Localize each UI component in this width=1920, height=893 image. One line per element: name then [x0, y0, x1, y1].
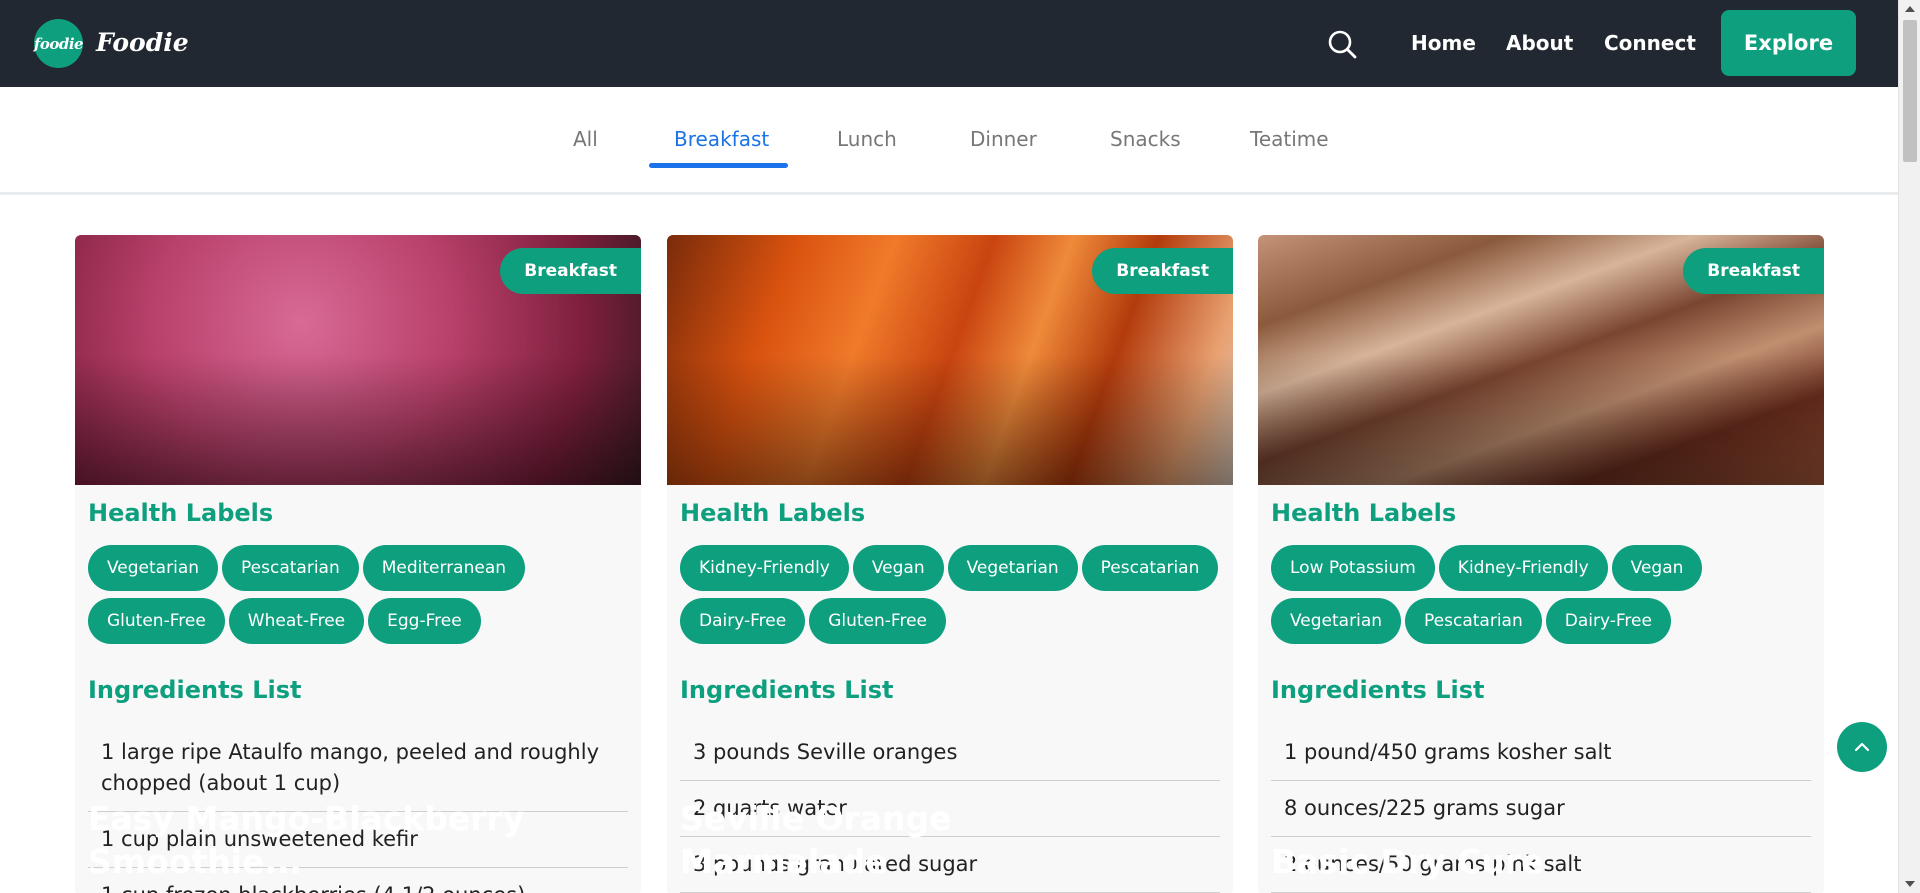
tab-snacks[interactable]: Snacks [1110, 127, 1181, 151]
health-label-chip: Kidney-Friendly [1438, 545, 1608, 591]
explore-button[interactable]: Explore [1721, 10, 1856, 76]
ingredients-heading: Ingredients List [680, 676, 894, 704]
nav-about-link[interactable]: About [1506, 31, 1573, 55]
scrollbar-thumb[interactable] [1903, 20, 1917, 162]
health-labels-list: Low Potassium Kidney-Friendly Vegan Vege… [1271, 545, 1811, 644]
health-label-chip: Gluten-Free [88, 598, 225, 644]
recipe-title[interactable]: Basic Dry Cure [1271, 840, 1751, 883]
health-label-chip: Gluten-Free [809, 598, 946, 644]
health-label-chip: Dairy-Free [680, 598, 806, 644]
scroll-down-arrow-icon[interactable] [1905, 881, 1915, 887]
recipe-title[interactable]: Seville Orange Marmalade [680, 797, 1160, 883]
health-labels-list: Kidney-Friendly Vegan Vegetarian Pescata… [680, 545, 1220, 644]
recipe-card[interactable]: Breakfast Easy Mango-Blackberry Smoothie… [75, 235, 641, 893]
health-label-chip: Vegan [852, 545, 944, 591]
tab-all[interactable]: All [573, 127, 598, 151]
health-labels-heading: Health Labels [88, 499, 274, 527]
chevron-up-icon [1854, 742, 1870, 752]
health-label-chip: Vegetarian [1271, 598, 1402, 644]
scroll-up-arrow-icon[interactable] [1905, 6, 1915, 12]
health-label-chip: Dairy-Free [1545, 598, 1671, 644]
back-to-top-button[interactable] [1837, 722, 1887, 772]
health-label-chip: Low Potassium [1271, 545, 1435, 591]
tab-dinner[interactable]: Dinner [970, 127, 1037, 151]
health-label-chip: Pescatarian [222, 545, 359, 591]
category-tabs: All Breakfast Lunch Dinner Snacks Teatim… [0, 87, 1898, 195]
health-labels-list: Vegetarian Pescatarian Mediterranean Glu… [88, 545, 628, 644]
health-label-chip: Egg-Free [368, 598, 481, 644]
ingredient-item: 3 pounds Seville oranges [680, 725, 1220, 781]
health-label-chip: Pescatarian [1405, 598, 1542, 644]
recipe-title[interactable]: Easy Mango-Blackberry Smoothie... [88, 797, 568, 883]
recipe-card[interactable]: Breakfast Basic Dry Cure Health Labels L… [1258, 235, 1824, 893]
recipe-card[interactable]: Breakfast Seville Orange Marmalade Healt… [667, 235, 1233, 893]
search-icon[interactable] [1327, 29, 1357, 59]
health-labels-heading: Health Labels [680, 499, 866, 527]
ingredient-item: 8 ounces/225 grams sugar [1271, 781, 1811, 837]
meal-type-badge: Breakfast [500, 248, 641, 294]
tab-breakfast[interactable]: Breakfast [674, 127, 769, 151]
page-scrollbar[interactable] [1898, 0, 1920, 893]
health-label-chip: Wheat-Free [228, 598, 365, 644]
tab-teatime[interactable]: Teatime [1250, 127, 1329, 151]
health-labels-heading: Health Labels [1271, 499, 1457, 527]
logo-icon[interactable]: foodie [34, 19, 84, 68]
brand-name[interactable]: Foodie [96, 28, 189, 57]
health-label-chip: Vegetarian [947, 545, 1078, 591]
active-tab-indicator [649, 163, 788, 168]
health-label-chip: Vegetarian [88, 545, 219, 591]
top-nav-bar: foodie Foodie Home About Connect Explore [0, 0, 1898, 87]
ingredient-item: 1 pound/450 grams kosher salt [1271, 725, 1811, 781]
nav-connect-link[interactable]: Connect [1604, 31, 1696, 55]
health-label-chip: Kidney-Friendly [680, 545, 849, 591]
meal-type-badge: Breakfast [1092, 248, 1233, 294]
meal-type-badge: Breakfast [1683, 248, 1824, 294]
ingredients-heading: Ingredients List [88, 676, 302, 704]
tab-lunch[interactable]: Lunch [837, 127, 897, 151]
health-label-chip: Mediterranean [362, 545, 526, 591]
health-label-chip: Pescatarian [1081, 545, 1219, 591]
ingredients-heading: Ingredients List [1271, 676, 1485, 704]
health-label-chip: Vegan [1611, 545, 1703, 591]
nav-home-link[interactable]: Home [1411, 31, 1476, 55]
